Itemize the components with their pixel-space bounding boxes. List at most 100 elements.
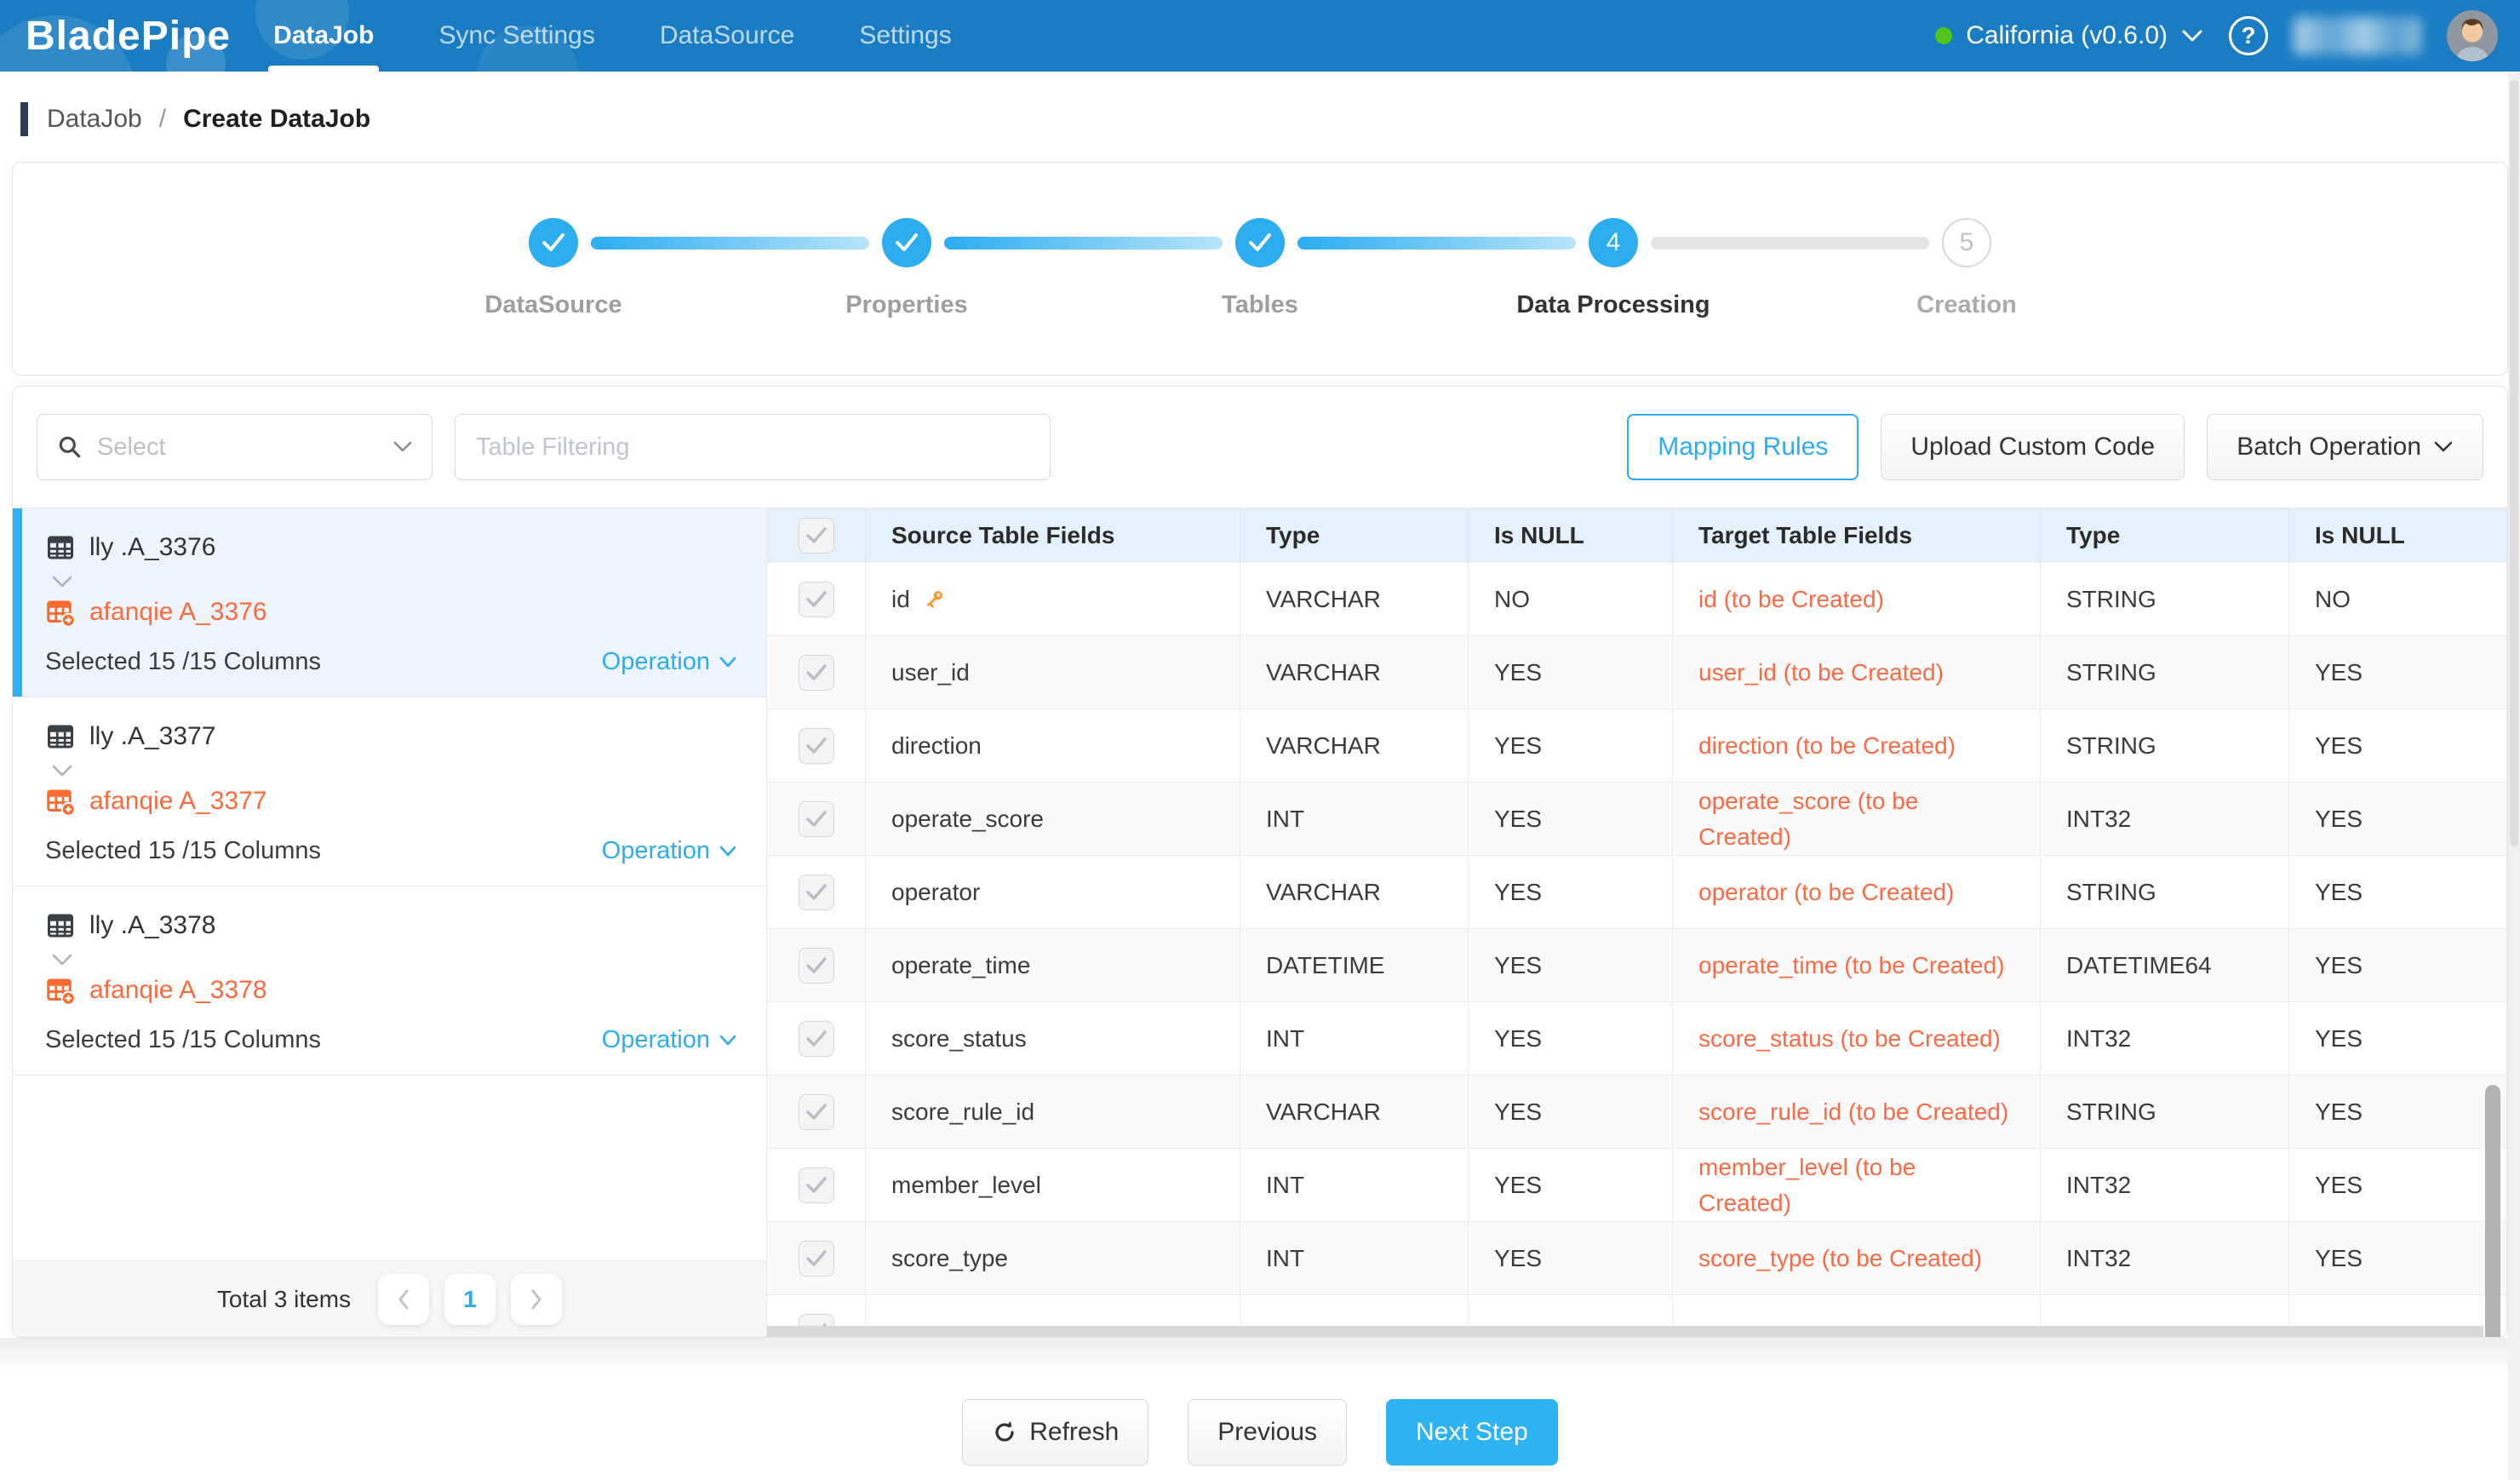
region-selector[interactable]: California (v0.6.0) [1935, 21, 2203, 50]
target-field-name: id (to be Created) [1673, 563, 2041, 635]
row-checkbox[interactable] [799, 1241, 834, 1276]
row-checkbox[interactable] [799, 875, 834, 910]
source-field-type: VARCHAR [1240, 709, 1469, 782]
table-row: id VARCHAR NO id (to be Created) STRING … [767, 563, 2507, 636]
source-table-icon [45, 910, 76, 941]
region-label: California (v0.6.0) [1966, 21, 2168, 50]
table-horizontal-scrollbar[interactable] [767, 1326, 2483, 1337]
check-icon [805, 883, 828, 902]
chevron-down-icon [392, 440, 413, 454]
next-page-button[interactable] [511, 1274, 562, 1325]
target-table-name: afanqie A_3378 [89, 976, 267, 1005]
source-field-is-null: YES [1469, 1002, 1673, 1075]
breadcrumb-accent-bar [20, 102, 28, 136]
user-avatar[interactable] [2447, 10, 2498, 61]
step-label: Tables [1222, 291, 1298, 319]
expand-chevron-icon[interactable] [50, 764, 74, 777]
chevron-down-icon [719, 1035, 737, 1047]
breadcrumb-item-datajob[interactable]: DataJob [47, 105, 142, 134]
status-dot-icon [1935, 27, 1952, 44]
source-field-type: INT [1240, 1149, 1469, 1221]
row-checkbox[interactable] [799, 582, 834, 617]
page-scrollbar-thumb[interactable] [2510, 80, 2518, 846]
source-field-is-null: YES [1469, 1222, 1673, 1294]
table-row: score_rule_id VARCHAR YES score_rule_id … [767, 1076, 2507, 1149]
target-field-is-null: YES [2289, 1222, 2507, 1294]
row-checkbox[interactable] [799, 948, 834, 984]
source-field-name: id [891, 586, 910, 613]
table-row: user_id VARCHAR YES user_id (to be Creat… [767, 636, 2507, 709]
operation-link[interactable]: Operation [602, 648, 737, 676]
step-check-icon [529, 218, 578, 267]
help-icon[interactable]: ? [2229, 16, 2268, 55]
target-field-type: INT32 [2041, 1002, 2289, 1075]
tab-settings[interactable]: Settings [854, 0, 956, 72]
avatar-illustration [2447, 10, 2498, 61]
search-select-dropdown[interactable]: Select [37, 414, 432, 480]
batch-operation-button[interactable]: Batch Operation [2207, 414, 2483, 480]
operation-link[interactable]: Operation [602, 1026, 737, 1054]
table-vertical-scrollbar-thumb[interactable] [2485, 1085, 2500, 1337]
breadcrumb-separator: / [159, 105, 166, 134]
page-number-button[interactable]: 1 [444, 1274, 495, 1325]
prev-page-button[interactable] [378, 1274, 429, 1325]
row-checkbox[interactable] [799, 728, 834, 764]
card-body: lly .A_3376 afanqie A_3376 Selected 15 /… [13, 508, 2507, 1337]
upload-custom-code-button[interactable]: Upload Custom Code [1881, 414, 2185, 480]
header-target-is-null: Is NULL [2289, 508, 2507, 563]
batch-operation-label: Batch Operation [2236, 433, 2421, 462]
refresh-icon [992, 1420, 1017, 1445]
check-icon [805, 737, 828, 755]
operation-link[interactable]: Operation [602, 837, 737, 865]
table-list-item[interactable]: lly .A_3377 afanqie A_3377 Selected 15 /… [13, 697, 766, 886]
step-label: Properties [845, 291, 967, 319]
row-checkbox[interactable] [799, 655, 834, 691]
source-field-name: user_id [891, 659, 970, 686]
page-scrollbar[interactable] [2508, 72, 2520, 1480]
target-field-is-null: YES [2289, 636, 2507, 708]
tab-datasource[interactable]: DataSource [655, 0, 799, 72]
source-field-type: VARCHAR [1240, 1076, 1469, 1148]
source-field-is-null: NO [1469, 563, 1673, 635]
source-field-type: VARCHAR [1240, 636, 1469, 708]
table-list-item[interactable]: lly .A_3376 afanqie A_3376 Selected 15 /… [13, 508, 766, 697]
select-placeholder: Select [97, 433, 379, 462]
row-checkbox[interactable] [799, 1021, 834, 1057]
target-field-name: score_type (to be Created) [1673, 1222, 2041, 1294]
source-field-name: score_status [891, 1025, 1027, 1053]
row-checkbox[interactable] [799, 1094, 834, 1130]
check-icon [805, 1249, 828, 1268]
target-field-name: operate_score (to be Created) [1673, 783, 2041, 855]
chevron-down-icon [2181, 28, 2203, 43]
table-body: id VARCHAR NO id (to be Created) STRING … [767, 563, 2507, 1337]
row-checkbox[interactable] [799, 801, 834, 837]
table-list-panel: lly .A_3376 afanqie A_3376 Selected 15 /… [13, 508, 767, 1337]
target-table-add-icon [45, 786, 76, 817]
mapping-rules-button[interactable]: Mapping Rules [1627, 414, 1858, 480]
table-row: operator VARCHAR YES operator (to be Cre… [767, 856, 2507, 929]
previous-button[interactable]: Previous [1188, 1399, 1347, 1466]
select-all-checkbox[interactable] [799, 518, 834, 554]
table-filtering-input[interactable] [455, 414, 1051, 480]
tab-sync-settings[interactable]: Sync Settings [433, 0, 599, 72]
source-field-name: direction [891, 732, 982, 760]
table-list-item[interactable]: lly .A_3378 afanqie A_3378 Selected 15 /… [13, 886, 766, 1076]
refresh-button[interactable]: Refresh [962, 1399, 1148, 1466]
next-step-button[interactable]: Next Step [1386, 1399, 1558, 1466]
target-field-name: score_status (to be Created) [1673, 1002, 2041, 1075]
check-icon [805, 526, 828, 545]
source-field-is-null: YES [1469, 1076, 1673, 1148]
row-checkbox[interactable] [799, 1167, 834, 1203]
step-connector [944, 237, 1223, 250]
target-field-type: STRING [2041, 636, 2289, 708]
expand-chevron-icon[interactable] [50, 953, 74, 967]
target-field-type: DATETIME64 [2041, 929, 2289, 1001]
source-field-is-null: YES [1469, 783, 1673, 855]
step-number: 5 [1942, 218, 1991, 267]
expand-chevron-icon[interactable] [50, 575, 74, 588]
source-field-type: INT [1240, 783, 1469, 855]
selected-columns-label: Selected 15 /15 Columns [45, 837, 321, 865]
source-field-type: DATETIME [1240, 929, 1469, 1001]
tab-datajob[interactable]: DataJob [268, 0, 379, 72]
source-field-type: INT [1240, 1222, 1469, 1294]
